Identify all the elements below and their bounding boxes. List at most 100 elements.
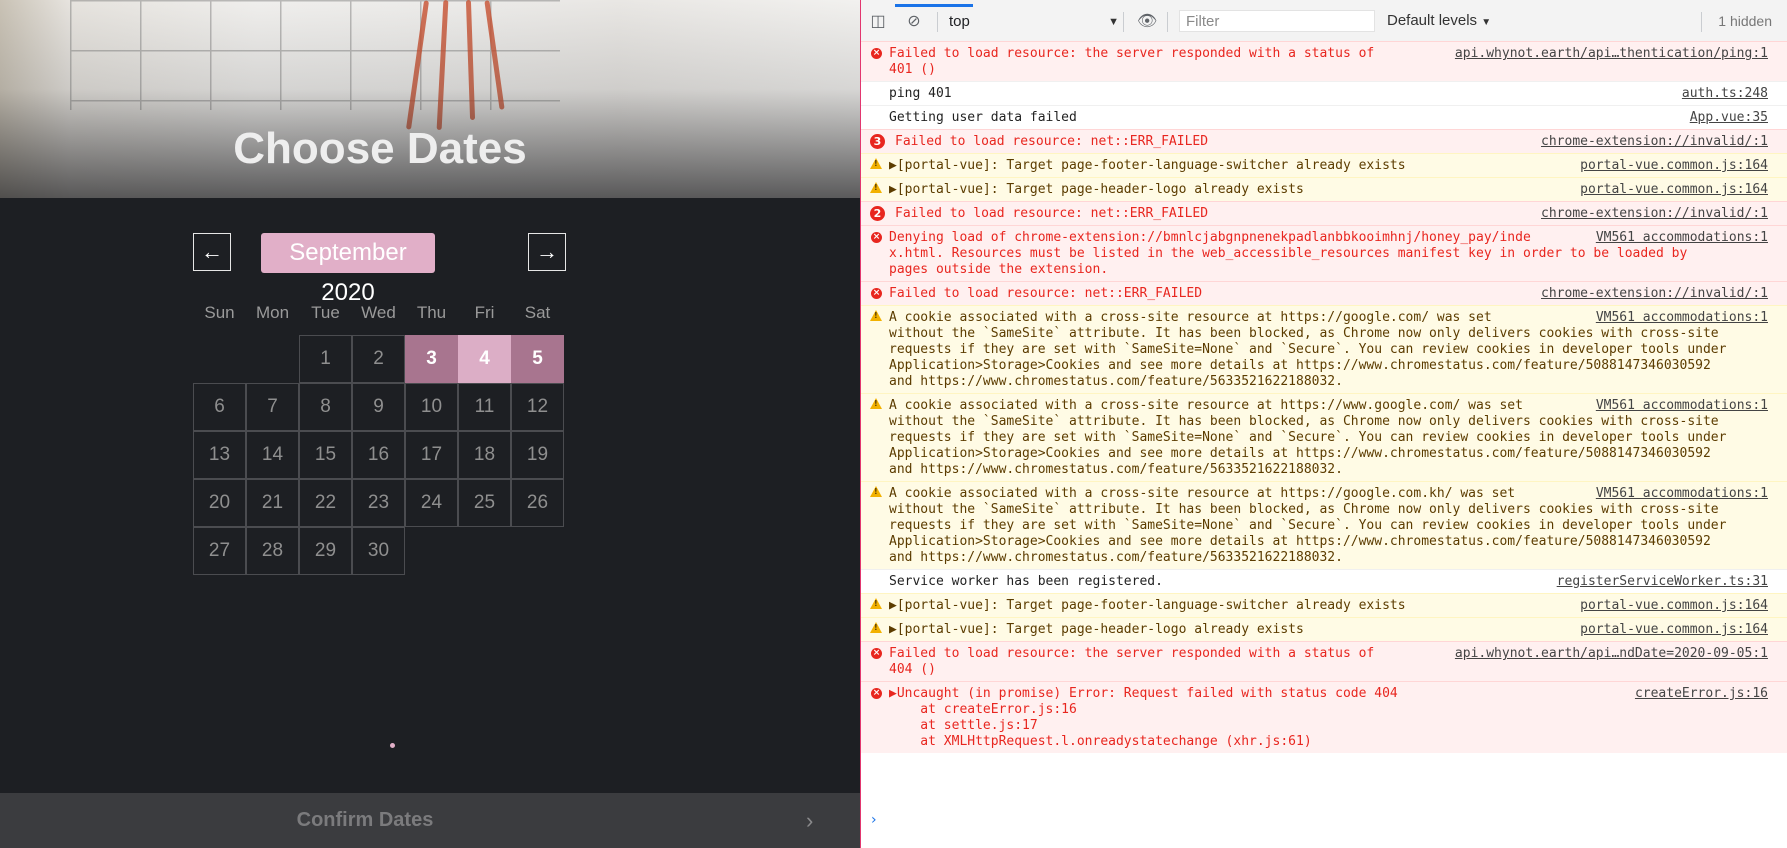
calendar-day[interactable]: 14 [246, 431, 299, 479]
calendar-day[interactable]: 21 [246, 479, 299, 527]
calendar-day[interactable]: 15 [299, 431, 352, 479]
next-month-button[interactable]: → [528, 233, 566, 271]
weekday-label: Mon [255, 303, 290, 322]
arrow-right-icon: → [536, 239, 558, 264]
toolbar-divider [1701, 12, 1702, 32]
warning-icon [870, 598, 882, 609]
message-source-link[interactable]: createError.js:16 [1626, 686, 1768, 702]
date-picker-app: Choose Dates ← September 2020 → Sun Mon Tu… [0, 0, 860, 848]
warning-icon [870, 182, 882, 193]
log-levels-dropdown[interactable]: Default levels ▼ [1387, 12, 1491, 29]
eye-icon[interactable]: 👁 [1137, 14, 1157, 30]
prev-month-button[interactable]: ← [193, 233, 231, 271]
message-source-link[interactable]: VM561 accommodations:1 [1587, 310, 1768, 326]
error-icon: × [871, 288, 882, 299]
warning-icon [870, 486, 882, 497]
calendar-day-selected[interactable]: 5 [511, 335, 564, 383]
clear-console-icon[interactable]: ⊘ [905, 14, 923, 30]
console-message[interactable]: ▶[portal-vue]: Target page-footer-langua… [861, 153, 1787, 177]
message-text: Getting user data failed [889, 110, 1077, 125]
message-source-link[interactable]: portal-vue.common.js:164 [1572, 158, 1768, 174]
calendar-day[interactable]: 2 [352, 335, 405, 383]
calendar-day[interactable]: 28 [246, 527, 299, 575]
toolbar-divider [1167, 12, 1168, 32]
message-source-link[interactable]: VM561 accommodations:1 [1587, 230, 1768, 246]
calendar-day[interactable]: 19 [511, 431, 564, 479]
message-source-link[interactable]: api.whynot.earth/api…ndDate=2020-09-05:1 [1446, 646, 1768, 662]
calendar-day[interactable]: 22 [299, 479, 352, 527]
calendar-day-selected[interactable]: 4 [458, 335, 511, 383]
message-text: ping 401 [889, 86, 952, 101]
calendar-day[interactable]: 18 [458, 431, 511, 479]
console-message[interactable]: × ▶Uncaught (in promise) Error: Request f… [861, 681, 1787, 753]
calendar-day[interactable]: 11 [458, 383, 511, 431]
calendar-day[interactable]: 1 [299, 335, 352, 383]
warning-icon [870, 622, 882, 633]
message-source-link[interactable]: auth.ts:248 [1673, 86, 1768, 102]
calendar-day[interactable]: 27 [193, 527, 246, 575]
calendar-day[interactable]: 25 [458, 479, 511, 527]
chevron-down-icon: ▼ [1108, 16, 1119, 28]
calendar-day[interactable]: 24 [405, 479, 458, 527]
weekday-label: Wed [361, 303, 396, 322]
calendar-day[interactable]: 17 [405, 431, 458, 479]
message-source-link[interactable]: portal-vue.common.js:164 [1572, 622, 1768, 638]
console-message[interactable]: ▶[portal-vue]: Target page-footer-langua… [861, 593, 1787, 617]
sidebar-toggle-icon[interactable]: ◫ [869, 14, 887, 30]
calendar-day[interactable]: 16 [352, 431, 405, 479]
console-message[interactable]: ▶[portal-vue]: Target page-header-logo a… [861, 177, 1787, 201]
calendar-day[interactable]: 8 [299, 383, 352, 431]
console-message[interactable]: A cookie associated with a cross-site re… [861, 393, 1787, 481]
message-source-link[interactable]: portal-vue.common.js:164 [1572, 182, 1768, 198]
hero-banner: Choose Dates [0, 0, 860, 198]
message-source-link[interactable]: registerServiceWorker.ts:31 [1548, 574, 1768, 590]
confirm-dates-button[interactable]: Confirm Dates › [0, 793, 860, 848]
calendar-day[interactable]: 7 [246, 383, 299, 431]
chevron-down-icon: ▼ [1481, 17, 1492, 28]
message-count-badge: 2 [870, 206, 885, 221]
calendar-day[interactable]: 20 [193, 479, 246, 527]
calendar-day[interactable]: 23 [352, 479, 405, 527]
console-message[interactable]: Getting user data failed App.vue:35 [861, 105, 1787, 129]
context-selector[interactable]: top ▼ [949, 12, 1119, 32]
toolbar-divider [937, 12, 938, 32]
console-message[interactable]: 3 Failed to load resource: net::ERR_FAILE… [861, 129, 1787, 153]
error-icon: × [871, 232, 882, 243]
calendar-day-selected[interactable]: 3 [405, 335, 458, 383]
context-value: top [949, 13, 970, 30]
console-message[interactable]: A cookie associated with a cross-site re… [861, 481, 1787, 569]
calendar-day[interactable]: 6 [193, 383, 246, 431]
console-message[interactable]: ▶[portal-vue]: Target page-header-logo a… [861, 617, 1787, 641]
calendar-day[interactable]: 10 [405, 383, 458, 431]
message-source-link[interactable]: VM561 accommodations:1 [1587, 486, 1768, 502]
console-message[interactable]: ping 401 auth.ts:248 [861, 81, 1787, 105]
console-prompt[interactable]: › [871, 812, 877, 828]
message-source-link[interactable]: chrome-extension://invalid/:1 [1533, 134, 1768, 150]
message-source-link[interactable]: portal-vue.common.js:164 [1572, 598, 1768, 614]
message-source-link[interactable]: chrome-extension://invalid/:1 [1533, 286, 1768, 302]
weekday-label: Sat [524, 303, 551, 322]
message-source-link[interactable]: api.whynot.earth/api…thentication/ping:1 [1446, 46, 1768, 62]
warning-icon [870, 158, 882, 169]
message-count-badge: 3 [870, 134, 885, 149]
calendar-day[interactable]: 9 [352, 383, 405, 431]
console-message[interactable]: × Failed to load resource: the server res… [861, 41, 1787, 81]
console-message[interactable]: × Denying load of chrome-extension://bmnl… [861, 225, 1787, 281]
console-message[interactable]: A cookie associated with a cross-site re… [861, 305, 1787, 393]
message-source-link[interactable]: VM561 accommodations:1 [1587, 398, 1768, 414]
calendar-day[interactable]: 26 [511, 479, 564, 527]
page-indicator-dot [390, 743, 395, 748]
message-source-link[interactable]: chrome-extension://invalid/:1 [1533, 206, 1768, 222]
calendar-day[interactable]: 29 [299, 527, 352, 575]
calendar-day[interactable]: 13 [193, 431, 246, 479]
console-message[interactable]: × Failed to load resource: the server res… [861, 641, 1787, 681]
weekday-label: Sun [204, 303, 235, 322]
message-source-link[interactable]: App.vue:35 [1681, 110, 1768, 126]
console-message[interactable]: Service worker has been registered. regis… [861, 569, 1787, 593]
calendar-day[interactable]: 30 [352, 527, 405, 575]
calendar-day[interactable]: 12 [511, 383, 564, 431]
month-label[interactable]: September 2020 [261, 233, 435, 306]
console-message[interactable]: 2 Failed to load resource: net::ERR_FAILE… [861, 201, 1787, 225]
filter-input[interactable] [1179, 10, 1375, 32]
console-message[interactable]: × Failed to load resource: net::ERR_FAILE… [861, 281, 1787, 305]
